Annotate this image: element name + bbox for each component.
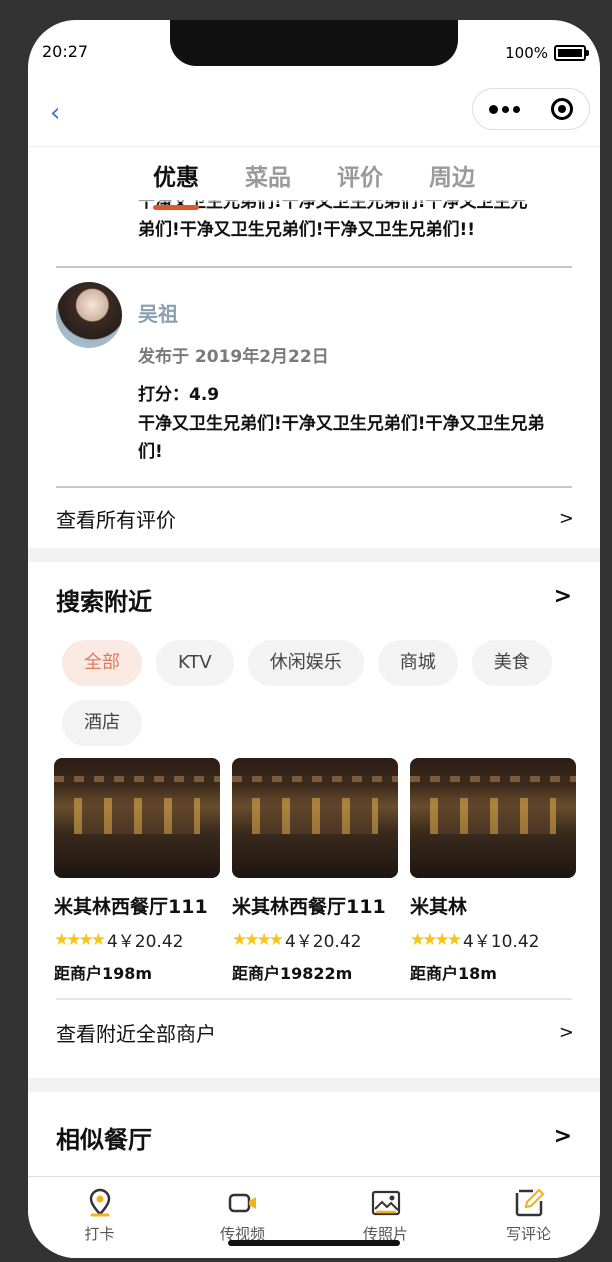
battery-percent: 100% — [505, 44, 548, 62]
tab-offers[interactable]: 优惠 — [153, 158, 199, 210]
section-gap — [28, 1078, 600, 1092]
divider — [56, 998, 572, 1000]
battery-icon — [554, 45, 589, 61]
similar-arrow-icon[interactable]: > — [554, 1124, 572, 1149]
nearby-cards: 米其林西餐厅111 ★★★★ 4￥20.42 距商户198m 米其林西餐厅111… — [54, 758, 576, 984]
chip-food[interactable]: 美食 — [471, 640, 552, 686]
video-camera-icon — [228, 1193, 256, 1213]
merchant-name: 米其林西餐厅111 — [54, 896, 208, 918]
chevron-right-icon: > — [558, 507, 574, 529]
star-icons: ★★★★ — [232, 929, 284, 950]
navbar: ‹ — [28, 84, 600, 147]
previous-review-line-2: 弟们!干净又卫生兄弟们!干净又卫生兄弟们!! — [138, 220, 476, 240]
mini-program-capsule — [472, 88, 590, 130]
merchant-rating: ★★★★ 4￥20.42 — [54, 927, 220, 953]
merchant-price: 4￥10.42 — [462, 932, 540, 952]
previous-review-line-1: 干净又卫生兄弟们!干净又卫生兄弟们!干净又卫生兄 — [138, 200, 528, 212]
merchant-distance: 距商户19822m — [232, 964, 353, 983]
previous-review-text: 干净又卫生兄弟们!干净又卫生兄弟们!干净又卫生兄 弟们!干净又卫生兄弟们!干净又… — [138, 200, 578, 256]
merchant-name: 米其林西餐厅111 — [232, 896, 386, 918]
notch — [170, 20, 458, 66]
view-all-merchants-label: 查看附近全部商户 — [56, 1021, 216, 1046]
merchant-distance: 距商户18m — [410, 964, 497, 983]
tab-bar: 优惠 菜品 评价 周边 — [28, 158, 600, 210]
chip-mall[interactable]: 商城 — [377, 640, 458, 686]
merchant-rating: ★★★★ 4￥20.42 — [232, 927, 398, 953]
star-icons: ★★★★ — [54, 929, 106, 950]
image-icon — [371, 1190, 400, 1216]
star-icons: ★★★★ — [410, 929, 462, 950]
merchant-card[interactable]: 米其林西餐厅111 ★★★★ 4￥20.42 距商户198m — [54, 758, 220, 984]
merchant-distance: 距商户198m — [54, 964, 153, 983]
divider — [56, 266, 572, 268]
similar-title: 相似餐厅 — [56, 1126, 152, 1154]
status-time: 20:27 — [42, 42, 89, 61]
merchant-rating: ★★★★ 4￥10.42 — [410, 927, 576, 953]
write-review-button[interactable]: 写评论 — [474, 1177, 584, 1258]
section-gap — [28, 548, 600, 562]
category-chips: 全部 KTV 休闲娱乐 商城 美食 酒店 — [62, 640, 582, 746]
view-all-reviews-label: 查看所有评价 — [56, 507, 176, 532]
checkin-button[interactable]: 打卡 — [45, 1177, 155, 1258]
avatar — [56, 282, 122, 348]
review-date: 发布于 2019年2月22日 — [138, 347, 329, 367]
nearby-title: 搜索附近 — [56, 588, 152, 616]
review-text: 干净又卫生兄弟们!干净又卫生兄弟们!干净又卫生兄弟们! — [138, 414, 545, 462]
merchant-image — [410, 758, 576, 878]
location-pin-icon — [89, 1188, 110, 1217]
tab-reviews[interactable]: 评价 — [337, 158, 383, 202]
merchant-image — [54, 758, 220, 878]
edit-icon — [515, 1188, 545, 1217]
home-indicator[interactable] — [228, 1240, 400, 1246]
merchant-card[interactable]: 米其林西餐厅111 ★★★★ 4￥20.42 距商户19822m — [232, 758, 398, 984]
divider — [56, 486, 572, 488]
status-battery: 100% — [505, 44, 589, 62]
tab-dishes[interactable]: 菜品 — [245, 158, 291, 202]
chip-all[interactable]: 全部 — [62, 640, 142, 686]
chevron-right-icon: > — [558, 1021, 574, 1043]
merchant-image — [232, 758, 398, 878]
write-review-label: 写评论 — [505, 1225, 551, 1243]
chip-ktv[interactable]: KTV — [156, 640, 234, 686]
merchant-price: 4￥20.42 — [284, 932, 362, 952]
review-score: 打分：4.9 — [138, 385, 220, 405]
chevron-left-icon[interactable]: ‹ — [50, 98, 74, 128]
checkin-label: 打卡 — [84, 1225, 115, 1243]
nearby-arrow-icon[interactable]: > — [554, 584, 572, 609]
tab-nearby[interactable]: 周边 — [429, 158, 475, 202]
more-dots-icon[interactable] — [489, 104, 520, 114]
chip-leisure[interactable]: 休闲娱乐 — [247, 640, 364, 686]
merchant-name: 米其林 — [410, 896, 468, 918]
reviewer-name: 吴祖 — [138, 302, 178, 326]
view-all-reviews-link[interactable]: 查看所有评价 > — [56, 504, 574, 532]
view-all-merchants-link[interactable]: 查看附近全部商户 > — [56, 1018, 574, 1046]
merchant-card[interactable]: 米其林 ★★★★ 4￥10.42 距商户18m — [410, 758, 576, 984]
target-icon[interactable] — [551, 98, 573, 120]
phone-screen: 20:27 100% ‹ 优惠 菜品 评价 周边 干净又卫生兄弟们!干净又卫生兄… — [28, 20, 600, 1258]
merchant-price: 4￥20.42 — [106, 932, 184, 952]
chip-hotel[interactable]: 酒店 — [62, 700, 142, 746]
